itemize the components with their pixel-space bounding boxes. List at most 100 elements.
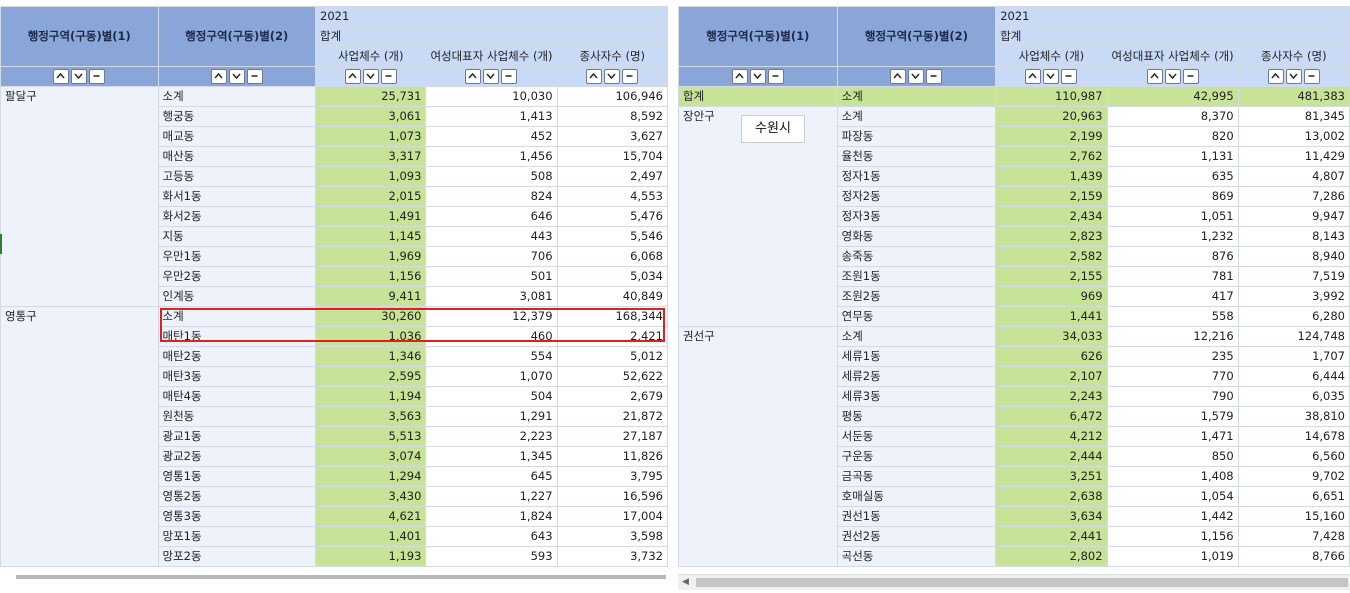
sort-ascending-icon[interactable] [1146,69,1163,84]
horizontal-scrollbar[interactable] [16,575,666,579]
collapse-icon[interactable] [1061,69,1078,84]
sort-ascending-icon[interactable] [586,69,603,84]
dong-cell: 우만1동 [157,246,316,267]
sort-descending-icon[interactable] [362,69,379,84]
sort-descending-icon[interactable] [1285,69,1302,84]
col-header-female-rep[interactable]: 여성대표자 사업체수 (개) [425,46,558,67]
dong-cell: 인계동 [157,286,316,307]
dong-cell: 화서1동 [157,186,316,207]
businesses-cell: 2,638 [995,486,1108,507]
collapse-icon[interactable] [1182,69,1199,84]
col-header-employees[interactable]: 종사자수 (명) [1237,46,1350,67]
businesses-cell: 1,969 [314,246,427,267]
sort-descending-icon[interactable] [1164,69,1181,84]
employees-cell: 15,704 [556,146,668,167]
employees-cell: 2,679 [556,386,668,407]
scrollbar-thumb[interactable] [696,578,1348,587]
employees-cell: 4,807 [1237,166,1350,187]
dong-cell: 소계 [836,86,997,107]
dong-cell: 행궁동 [157,106,316,127]
sort-descending-icon[interactable] [483,69,500,84]
dong-cell: 정자2동 [836,186,997,207]
dim2-controls [836,66,997,87]
female-rep-cell: 850 [1106,446,1239,467]
businesses-cell: 3,317 [314,146,427,167]
sort-descending-icon[interactable] [228,69,245,84]
dim2-header[interactable]: 행정구역(구동)별(2) [157,6,316,67]
collapse-icon[interactable] [380,69,397,84]
collapse-icon[interactable] [926,69,943,84]
employees-cell: 3,795 [556,466,668,487]
female-rep-cell: 824 [425,186,558,207]
sort-ascending-icon[interactable] [210,69,227,84]
dong-cell: 서둔동 [836,426,997,447]
sort-ascending-icon[interactable] [890,69,907,84]
dong-cell: 정자3동 [836,206,997,227]
businesses-cell: 2,444 [995,446,1108,467]
sort-ascending-icon[interactable] [344,69,361,84]
collapse-icon[interactable] [246,69,263,84]
collapse-icon[interactable] [622,69,639,84]
businesses-cell: 1,194 [314,386,427,407]
female-rep-cell: 1,054 [1106,486,1239,507]
sort-ascending-icon[interactable] [731,69,748,84]
female-rep-cell: 1,471 [1106,426,1239,447]
col-header-businesses[interactable]: 사업체수 (개) [995,46,1108,67]
horizontal-scrollbar[interactable]: ◀ [678,574,1350,590]
col3-controls [1237,66,1350,87]
col-header-female-rep[interactable]: 여성대표자 사업체수 (개) [1106,46,1239,67]
collapse-icon[interactable] [1303,69,1320,84]
sort-descending-icon[interactable] [71,69,88,84]
dim2-header[interactable]: 행정구역(구동)별(2) [836,6,997,67]
dong-cell: 화서2동 [157,206,316,227]
dong-cell: 매교동 [157,126,316,147]
dim1-header[interactable]: 행정구역(구동)별(1) [678,6,838,67]
sort-ascending-icon[interactable] [465,69,482,84]
female-rep-cell: 646 [425,206,558,227]
col-header-businesses[interactable]: 사업체수 (개) [314,46,427,67]
sort-ascending-icon[interactable] [53,69,70,84]
employees-cell: 9,702 [1237,466,1350,487]
dong-cell: 광교1동 [157,426,316,447]
sort-descending-icon[interactable] [908,69,925,84]
dim2-controls [157,66,316,87]
dim1-header[interactable]: 행정구역(구동)별(1) [0,6,159,67]
female-rep-cell: 12,216 [1106,326,1239,347]
collapse-icon[interactable] [89,69,106,84]
businesses-cell: 1,156 [314,266,427,287]
cell-tooltip: 수원시 [741,115,805,143]
businesses-cell: 2,155 [995,266,1108,287]
businesses-cell: 1,346 [314,346,427,367]
employees-cell: 3,598 [556,526,668,547]
scroll-left-arrow-icon[interactable]: ◀ [682,577,689,587]
sort-ascending-icon[interactable] [1267,69,1284,84]
sort-ascending-icon[interactable] [1025,69,1042,84]
female-rep-cell: 1,408 [1106,466,1239,487]
employees-cell: 7,428 [1237,526,1350,547]
col-header-employees[interactable]: 종사자수 (명) [556,46,668,67]
sort-descending-icon[interactable] [604,69,621,84]
dong-cell: 호매실동 [836,486,997,507]
businesses-cell: 3,251 [995,466,1108,487]
businesses-cell: 1,294 [314,466,427,487]
dong-cell: 영통1동 [157,466,316,487]
female-rep-cell: 1,345 [425,446,558,467]
employees-cell: 3,627 [556,126,668,147]
dong-cell: 평동 [836,406,997,427]
collapse-icon[interactable] [501,69,518,84]
col2-controls [1106,66,1239,87]
businesses-cell: 30,260 [314,306,427,327]
sort-descending-icon[interactable] [749,69,766,84]
dong-cell: 금곡동 [836,466,997,487]
dong-cell: 지동 [157,226,316,247]
district-cell: 권선구 [678,326,838,567]
businesses-cell: 969 [995,286,1108,307]
dong-cell: 광교2동 [157,446,316,467]
collapse-icon[interactable] [767,69,784,84]
employees-cell: 1,707 [1237,346,1350,367]
businesses-cell: 1,036 [314,326,427,347]
sort-descending-icon[interactable] [1043,69,1060,84]
female-rep-cell: 645 [425,466,558,487]
businesses-cell: 4,621 [314,506,427,527]
dong-cell: 소계 [836,326,997,347]
